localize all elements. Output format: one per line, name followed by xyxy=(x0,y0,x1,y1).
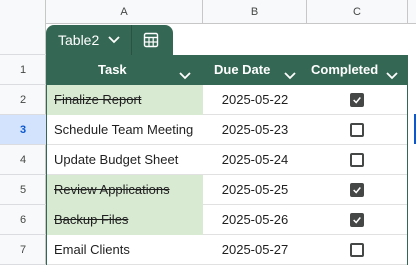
row-header-blank xyxy=(0,24,46,55)
header-due-date[interactable]: Due Date xyxy=(203,55,307,85)
task-cell[interactable]: Schedule Team Meeting xyxy=(46,115,203,145)
spreadsheet: A B C 1 2 3 4 5 6 7 Table2 Task Due Date… xyxy=(0,0,416,265)
chevron-down-icon[interactable] xyxy=(179,63,193,80)
row-header-3[interactable]: 3 xyxy=(0,115,46,145)
table-row: Review Applications 2025-05-25 xyxy=(46,175,407,205)
completed-cell[interactable] xyxy=(307,85,407,115)
chevron-down-icon[interactable] xyxy=(284,63,298,80)
tab-divider xyxy=(131,25,133,55)
header-due-date-label: Due Date xyxy=(214,62,271,77)
checkbox-unchecked-icon[interactable] xyxy=(350,153,364,167)
header-task[interactable]: Task xyxy=(46,55,203,85)
due-date-cell[interactable]: 2025-05-24 xyxy=(203,145,307,175)
table-header-row: Task Due Date Completed xyxy=(46,55,407,85)
table-grid-icon[interactable] xyxy=(142,31,160,49)
chevron-down-icon[interactable] xyxy=(386,63,400,80)
select-all-corner[interactable] xyxy=(0,0,46,24)
row-header-bar: 1 2 3 4 5 6 7 xyxy=(0,24,46,265)
column-header-b[interactable]: B xyxy=(203,0,307,24)
task-cell[interactable]: Backup Files xyxy=(46,205,203,235)
row-header-2[interactable]: 2 xyxy=(0,85,46,115)
row-header-5[interactable]: 5 xyxy=(0,175,46,205)
header-task-label: Task xyxy=(98,62,127,77)
column-header-d[interactable] xyxy=(408,0,416,24)
table-border-left xyxy=(46,55,47,265)
row-header-7[interactable]: 7 xyxy=(0,235,46,265)
completed-cell[interactable] xyxy=(307,235,407,265)
table-name: Table2 xyxy=(58,32,100,48)
column-header-c[interactable]: C xyxy=(307,0,408,24)
column-header-a[interactable]: A xyxy=(46,0,203,24)
checkbox-checked-icon[interactable] xyxy=(350,213,364,227)
task-cell[interactable]: Finalize Report xyxy=(46,85,203,115)
checkbox-checked-icon[interactable] xyxy=(350,183,364,197)
row-header-1[interactable]: 1 xyxy=(0,55,46,85)
row-header-6[interactable]: 6 xyxy=(0,205,46,235)
due-date-cell[interactable]: 2025-05-25 xyxy=(203,175,307,205)
table-row: Finalize Report 2025-05-22 xyxy=(46,85,407,115)
due-date-cell[interactable]: 2025-05-27 xyxy=(203,235,307,265)
table-name-tab[interactable]: Table2 xyxy=(46,25,173,55)
chevron-down-icon[interactable] xyxy=(107,33,121,47)
task-cell[interactable]: Review Applications xyxy=(46,175,203,205)
header-completed-label: Completed xyxy=(311,62,379,77)
completed-cell[interactable] xyxy=(307,145,407,175)
checkbox-unchecked-icon[interactable] xyxy=(350,243,364,257)
table-row: Schedule Team Meeting 2025-05-23 xyxy=(46,115,407,145)
checkbox-unchecked-icon[interactable] xyxy=(350,123,364,137)
completed-cell[interactable] xyxy=(307,205,407,235)
task-cell[interactable]: Email Clients xyxy=(46,235,203,265)
header-completed[interactable]: Completed xyxy=(307,55,407,85)
row-header-4[interactable]: 4 xyxy=(0,145,46,175)
table-row: Backup Files 2025-05-26 xyxy=(46,205,407,235)
table-row: Email Clients 2025-05-27 xyxy=(46,235,407,265)
due-date-cell[interactable]: 2025-05-23 xyxy=(203,115,307,145)
due-date-cell[interactable]: 2025-05-22 xyxy=(203,85,307,115)
checkbox-checked-icon[interactable] xyxy=(350,93,364,107)
column-header-bar: A B C xyxy=(0,0,416,24)
task-cell[interactable]: Update Budget Sheet xyxy=(46,145,203,175)
table-border-right xyxy=(407,55,408,265)
due-date-cell[interactable]: 2025-05-26 xyxy=(203,205,307,235)
completed-cell[interactable] xyxy=(307,175,407,205)
completed-cell[interactable] xyxy=(307,115,407,145)
table-row: Update Budget Sheet 2025-05-24 xyxy=(46,145,407,175)
